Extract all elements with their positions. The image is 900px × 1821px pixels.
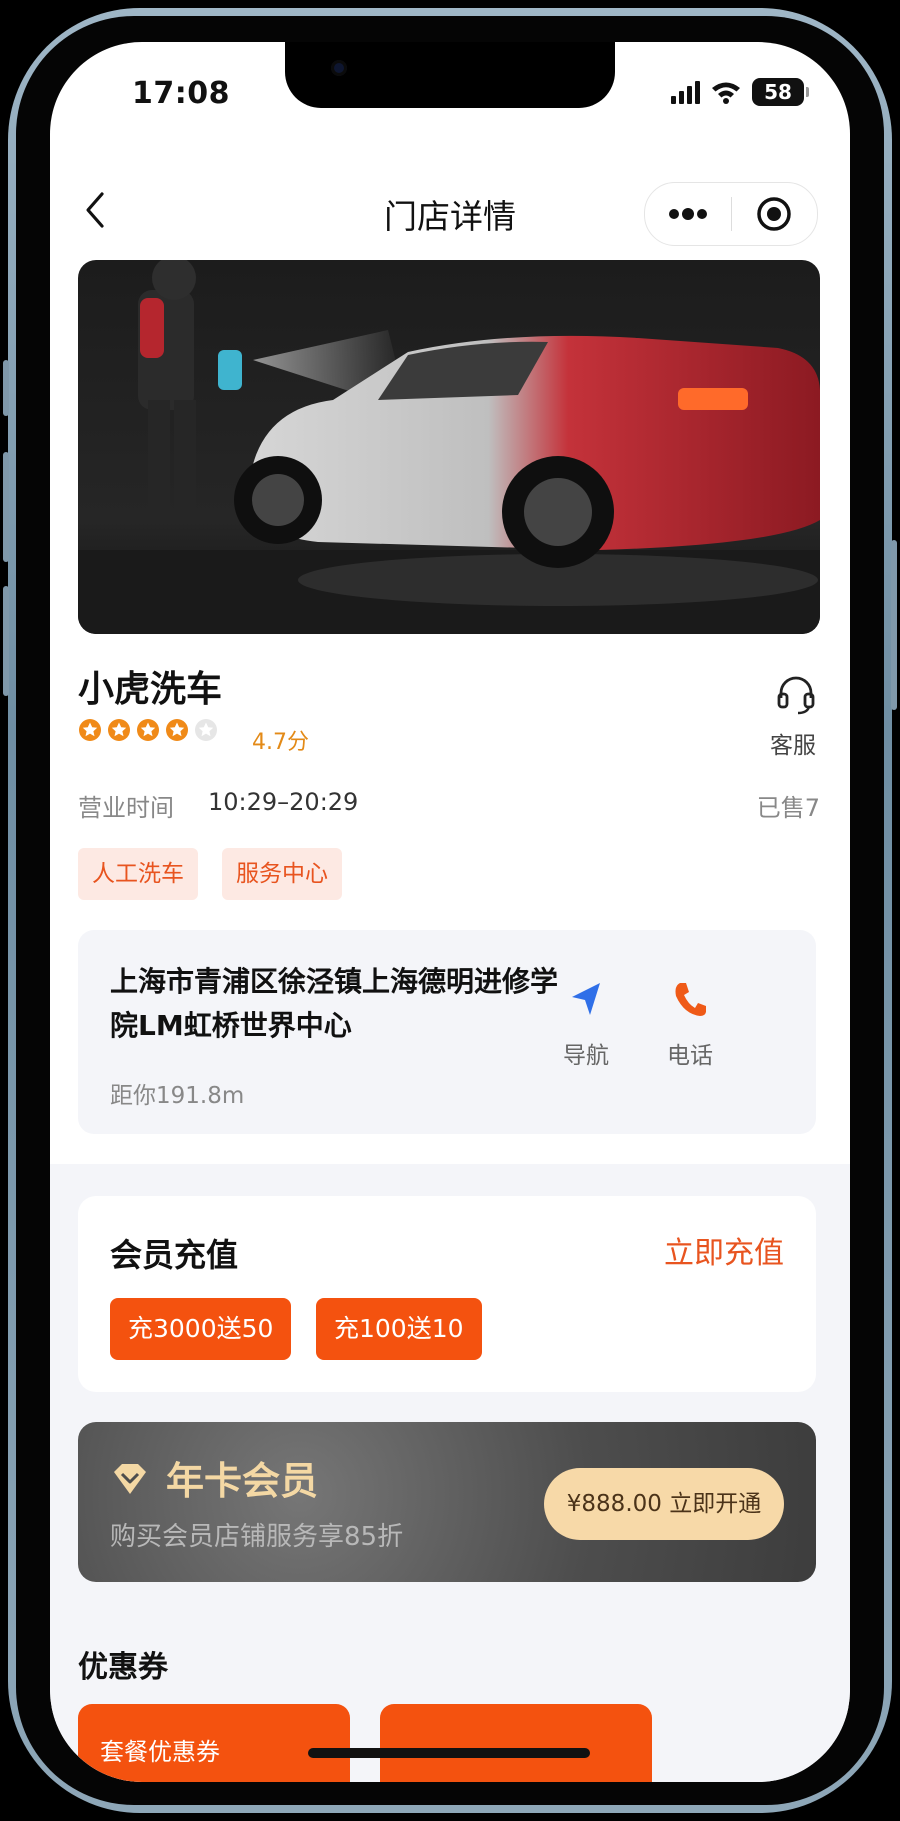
coupon-card[interactable]: 套餐优惠券 xyxy=(78,1704,350,1782)
store-hero-image xyxy=(78,260,820,634)
home-indicator xyxy=(308,1748,590,1758)
car-wash-photo xyxy=(78,260,820,634)
store-name: 小虎洗车 xyxy=(78,669,223,710)
address-card: 上海市青浦区徐泾镇上海德明进修学院LM虹桥世界中心 距你191.8m 导航 电话 xyxy=(78,930,816,1134)
more-dots-icon xyxy=(668,208,707,220)
more-button[interactable] xyxy=(645,183,731,245)
mini-program-capsule xyxy=(644,182,818,246)
star-empty-icon xyxy=(195,719,217,741)
side-button-volume-up xyxy=(3,452,9,562)
activate-membership-button[interactable]: ¥888.00 立即开通 xyxy=(544,1468,784,1540)
coupons-title: 优惠券 xyxy=(78,1650,168,1685)
tag-service-center: 服务中心 xyxy=(222,848,342,900)
battery-indicator: 58 xyxy=(752,78,809,106)
sold-count: 已售7 xyxy=(756,794,820,822)
star-filled-icon xyxy=(79,719,101,741)
target-circle-icon xyxy=(757,197,791,231)
front-camera-icon xyxy=(331,60,347,76)
phone-button[interactable]: 电话 xyxy=(658,980,722,1070)
diamond-icon xyxy=(114,1464,146,1494)
close-miniprogram-button[interactable] xyxy=(732,183,818,245)
annual-membership-subtitle: 购买会员店铺服务享85折 xyxy=(110,1522,404,1552)
phone-icon xyxy=(675,983,706,1016)
recharge-now-link[interactable]: 立即充值 xyxy=(664,1228,784,1272)
customer-service-button[interactable]: 客服 xyxy=(770,726,816,760)
notch xyxy=(285,42,615,108)
headset-icon[interactable] xyxy=(774,672,818,716)
navigation-arrow-icon xyxy=(572,983,600,1015)
business-hours-value: 10:29–20:29 xyxy=(208,788,359,816)
annual-membership-title: 年卡会员 xyxy=(166,1459,319,1503)
side-button-silent xyxy=(3,360,9,416)
annual-membership-card: 年卡会员 购买会员店铺服务享85折 ¥888.00 立即开通 xyxy=(78,1422,816,1582)
coupon-label: 套餐优惠券 xyxy=(100,1738,220,1766)
side-button-volume-down xyxy=(3,586,9,696)
star-filled-icon xyxy=(108,719,130,741)
star-filled-icon xyxy=(166,719,188,741)
status-icons: 58 xyxy=(671,78,809,106)
navigate-button[interactable]: 导航 xyxy=(554,980,618,1070)
phone-label: 电话 xyxy=(667,1043,713,1069)
member-recharge-card: 会员充值 立即充值 充3000送50 充100送10 xyxy=(78,1196,816,1392)
recharge-option-100[interactable]: 充100送10 xyxy=(316,1298,482,1360)
store-address: 上海市青浦区徐泾镇上海德明进修学院LM虹桥世界中心 xyxy=(110,965,559,1042)
navigate-label: 导航 xyxy=(563,1043,609,1069)
status-time: 17:08 xyxy=(132,76,230,111)
member-recharge-title: 会员充值 xyxy=(110,1236,239,1274)
star-filled-icon xyxy=(137,719,159,741)
cellular-signal-icon xyxy=(671,80,700,104)
screen: 17:08 58 门店详情 小虎洗车 4.7分 客服 营业时间 10:29–20… xyxy=(50,42,850,1782)
coupon-card[interactable]: ... xyxy=(380,1704,652,1782)
rating-stars xyxy=(78,718,218,742)
rating-score: 4.7分 xyxy=(252,730,309,755)
side-button-power xyxy=(891,540,897,710)
recharge-option-3000[interactable]: 充3000送50 xyxy=(110,1298,292,1360)
distance-text: 距你191.8m xyxy=(110,1083,245,1109)
business-hours-label: 营业时间 xyxy=(78,794,174,822)
tag-manual-wash: 人工洗车 xyxy=(78,848,198,900)
wifi-icon xyxy=(712,82,740,104)
nav-bar: 门店详情 xyxy=(50,170,850,250)
